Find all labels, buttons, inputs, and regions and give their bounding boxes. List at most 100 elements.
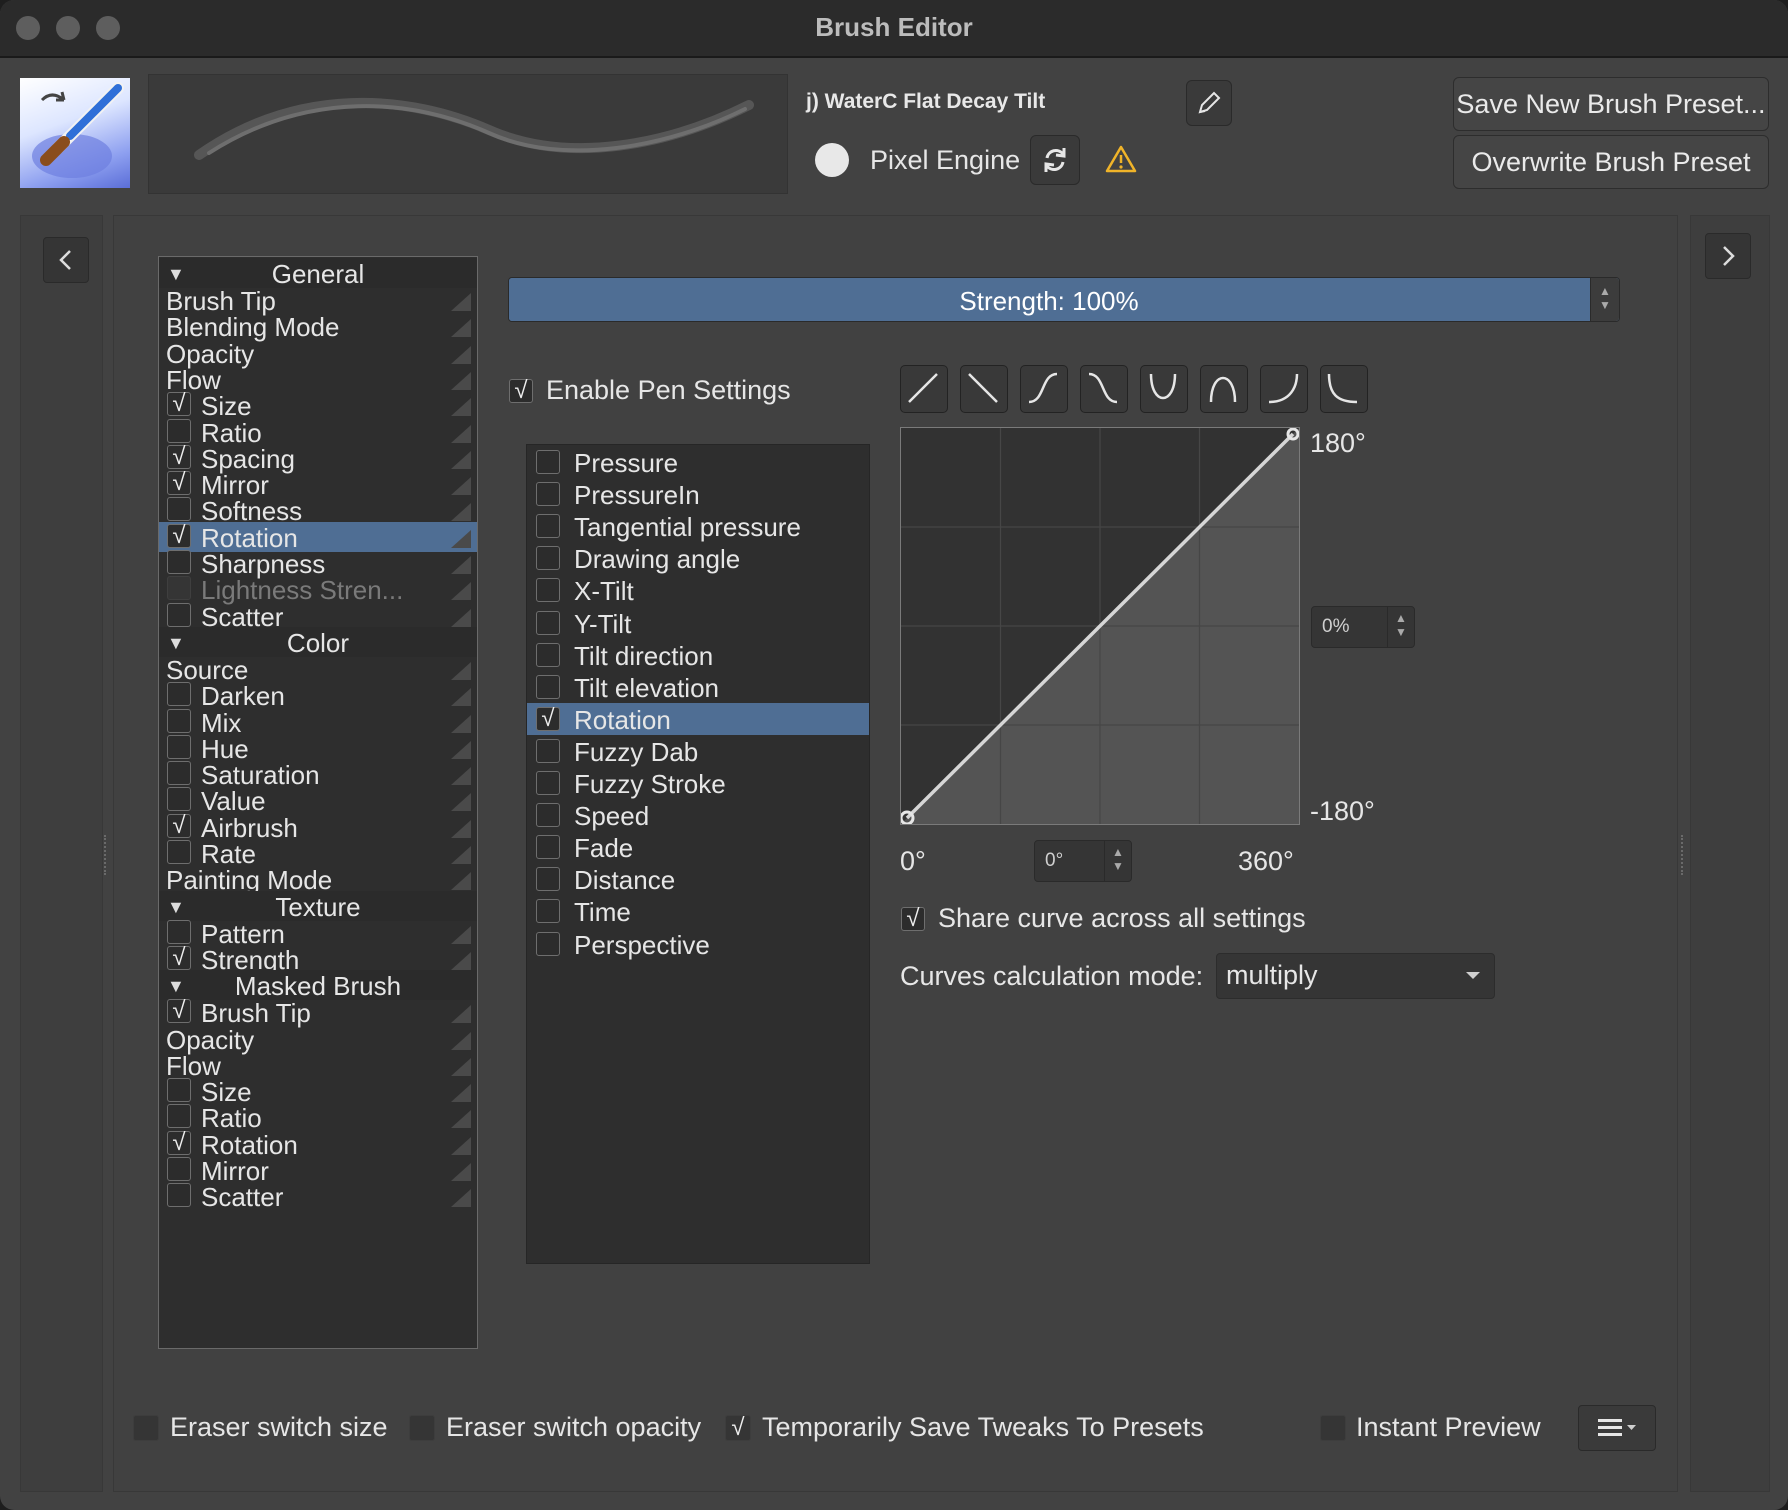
tree-item-checkbox[interactable]: √ [167,813,191,838]
sensor-checkbox[interactable] [536,835,560,860]
curve-preset-button-8[interactable] [1320,365,1368,413]
enable-pen-settings-checkbox[interactable]: √ [509,379,533,403]
preset-override-marker-icon[interactable] [451,529,471,548]
sensor-checkbox[interactable] [536,867,560,892]
curves-calc-mode-select[interactable]: multiply [1216,953,1495,999]
preset-override-marker-icon[interactable] [451,951,471,970]
sensor-tangential-pressure[interactable]: Tangential pressure [527,510,869,542]
tree-item-checkbox[interactable] [167,1104,191,1129]
sensor-checkbox[interactable]: √ [536,706,560,731]
preset-override-marker-icon[interactable] [451,371,471,390]
preset-override-marker-icon[interactable] [451,1163,471,1181]
preset-override-marker-icon[interactable] [451,1057,471,1076]
tree-section-masked-brush[interactable]: ▼ Masked Brush [159,970,477,1001]
tree-item-checkbox[interactable]: √ [167,1130,191,1155]
tree-item-checkbox[interactable] [167,1157,191,1181]
preset-override-marker-icon[interactable] [451,1005,471,1024]
sensor-checkbox[interactable] [536,674,560,699]
sensor-checkbox[interactable] [536,803,560,828]
eraser-switch-size-checkbox[interactable] [133,1415,159,1441]
tree-section-color[interactable]: ▼ Color [159,626,477,658]
preset-override-marker-icon[interactable] [451,688,471,707]
sensor-perspective[interactable]: Perspective [527,928,869,960]
preset-override-marker-icon[interactable] [451,714,471,733]
tree-item-checkbox[interactable] [167,418,191,443]
sensor-checkbox[interactable] [536,546,560,571]
preset-override-marker-icon[interactable] [451,345,471,364]
tree-item-checkbox[interactable] [167,602,191,627]
brush-preset-thumbnail[interactable] [20,78,130,188]
preset-override-marker-icon[interactable] [451,293,471,311]
sensor-checkbox[interactable] [536,610,560,635]
preset-override-marker-icon[interactable] [451,793,471,812]
tree-item-checkbox[interactable] [167,761,191,786]
tree-section-general[interactable]: ▼ General [159,258,477,289]
sensor-distance[interactable]: Distance [527,863,869,895]
preset-override-marker-icon[interactable] [451,819,471,838]
sensor-checkbox[interactable] [536,642,560,667]
tree-item-checkbox[interactable]: √ [167,471,191,496]
preset-override-marker-icon[interactable] [451,846,471,864]
sensor-pressurein[interactable]: PressureIn [527,478,869,510]
sensor-rotation[interactable]: √ Rotation [527,702,869,735]
tree-item-checkbox[interactable]: √ [167,999,191,1024]
preset-override-marker-icon[interactable] [451,767,471,786]
share-curve-checkbox[interactable]: √ [901,907,925,931]
preset-override-marker-icon[interactable] [451,582,471,601]
preset-override-marker-icon[interactable] [451,424,471,443]
tree-item-checkbox[interactable] [167,1183,191,1208]
preset-override-marker-icon[interactable] [451,556,471,574]
sensor-checkbox[interactable] [536,771,560,795]
sensor-checkbox[interactable] [536,899,560,924]
eraser-switch-opacity-checkbox[interactable] [409,1415,435,1441]
collapse-right-button[interactable] [1705,233,1751,279]
curve-preset-button-1[interactable] [900,365,948,413]
preset-override-marker-icon[interactable] [451,1084,471,1103]
tree-item-checkbox[interactable]: √ [167,444,191,469]
tree-item-checkbox[interactable] [167,576,191,601]
options-menu-button[interactable] [1578,1405,1656,1451]
preset-override-marker-icon[interactable] [451,398,471,417]
tree-item-checkbox[interactable] [167,734,191,759]
overwrite-preset-button[interactable]: Overwrite Brush Preset [1453,135,1769,189]
sensor-x-tilt[interactable]: X-Tilt [527,574,869,606]
preset-override-marker-icon[interactable] [451,608,471,627]
preset-override-marker-icon[interactable] [451,1136,471,1155]
sensor-y-tilt[interactable]: Y-Tilt [527,607,869,639]
sensor-checkbox[interactable] [536,738,560,763]
sensor-fade[interactable]: Fade [527,831,869,863]
stroke-preview[interactable] [148,74,788,194]
tree-item-checkbox[interactable]: √ [167,392,191,417]
right-splitter-handle[interactable] [1681,835,1687,875]
sensor-fuzzy-dab[interactable]: Fuzzy Dab [527,735,869,767]
temp-save-tweaks-checkbox[interactable]: √ [725,1415,751,1441]
sensor-checkbox[interactable] [536,450,560,474]
sensor-checkbox[interactable] [536,578,560,603]
curve-preset-button-5[interactable] [1140,365,1188,413]
curve-graph[interactable] [899,427,1300,826]
save-new-preset-button[interactable]: Save New Brush Preset... [1453,77,1769,131]
preset-override-marker-icon[interactable] [451,661,471,680]
preset-override-marker-icon[interactable] [451,319,471,338]
curve-y-spinner[interactable]: ▲ ▼ [1387,607,1414,647]
instant-preview-checkbox[interactable] [1320,1415,1346,1441]
curve-x-spinner[interactable]: ▲ ▼ [1104,841,1131,881]
sensor-time[interactable]: Time [527,895,869,927]
preset-override-marker-icon[interactable] [451,503,471,522]
curve-preset-button-3[interactable] [1020,365,1068,413]
preset-override-marker-icon[interactable] [451,477,471,496]
preset-override-marker-icon[interactable] [451,740,471,759]
tree-item-checkbox[interactable]: √ [167,945,191,970]
tree-item-checkbox[interactable] [167,682,191,707]
strength-slider[interactable]: Strength: 100% ▲ ▼ [508,277,1620,322]
sensor-tilt-elevation[interactable]: Tilt elevation [527,671,869,703]
tree-item-checkbox[interactable] [167,1078,191,1103]
preset-override-marker-icon[interactable] [451,925,471,944]
strength-spinner[interactable]: ▲ ▼ [1590,278,1619,321]
sensor-checkbox[interactable] [536,482,560,507]
preset-override-marker-icon[interactable] [451,450,471,469]
tree-item-checkbox[interactable]: √ [167,523,191,548]
preset-override-marker-icon[interactable] [451,1189,471,1208]
tree-item-checkbox[interactable] [167,840,191,864]
sensor-checkbox[interactable] [536,931,560,956]
